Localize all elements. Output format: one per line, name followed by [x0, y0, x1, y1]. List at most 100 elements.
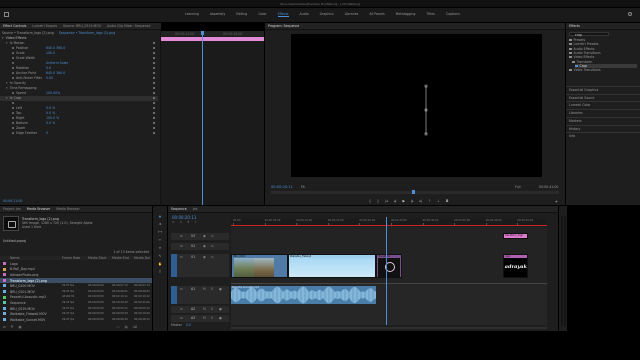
effect-row-value[interactable]: 100.00%: [46, 91, 60, 95]
stopwatch-icon[interactable]: [12, 117, 14, 119]
track-lock-icon[interactable]: ⊡: [180, 234, 183, 238]
expand-triangle-icon[interactable]: ▾: [6, 96, 8, 100]
mute-icon[interactable]: M: [203, 287, 206, 291]
effect-row[interactable]: [10, 101, 160, 105]
razor-tool-icon[interactable]: ✂: [159, 238, 162, 242]
tab-audio-clip-mixer[interactable]: Audio Clip Mixer: Sequence: [107, 24, 151, 28]
effect-row[interactable]: Anti-flicker Filter 0.00: [10, 76, 160, 80]
effect-row-value[interactable]: 0.00: [46, 76, 53, 80]
workspace-tab-libraries[interactable]: Libraries: [345, 12, 359, 17]
tab-media-browser-2[interactable]: Media Browser: [56, 207, 80, 211]
effect-row[interactable]: Anchor Point 640.0 360.0: [10, 71, 160, 75]
timeline-clip-logo[interactable]: Transform: [376, 254, 402, 278]
effect-row[interactable]: ▾ fx Crop: [6, 96, 156, 100]
list-view-icon[interactable]: ☰: [11, 325, 14, 331]
label-color-swatch[interactable]: [3, 267, 6, 271]
track-lock-icon[interactable]: ⊡: [180, 316, 183, 320]
workspace-tab-learning[interactable]: Learning: [185, 12, 199, 17]
program-scrub-bar[interactable]: [271, 190, 559, 194]
label-color-swatch[interactable]: [3, 278, 6, 282]
tab-effects[interactable]: Effects: [569, 24, 580, 28]
column-header[interactable]: Media End: [112, 256, 129, 260]
effect-row[interactable]: Scale 100.0: [10, 51, 160, 55]
track-lock-icon[interactable]: ⊡: [180, 255, 183, 259]
stopwatch-icon[interactable]: [12, 92, 14, 94]
effect-row[interactable]: Speed 100.00%: [10, 91, 160, 95]
workspace-tab-audio[interactable]: Audio: [300, 12, 309, 17]
stopwatch-icon[interactable]: [12, 107, 14, 109]
solo-icon[interactable]: S: [211, 307, 213, 311]
solo-icon[interactable]: S: [211, 287, 213, 291]
column-header[interactable]: Frame Rate: [62, 256, 80, 260]
new-bin-icon[interactable]: ▭: [117, 325, 120, 331]
solo-icon[interactable]: S: [211, 316, 213, 320]
mute-icon[interactable]: M: [203, 307, 206, 311]
expand-triangle-icon[interactable]: ▾: [6, 81, 8, 85]
go-to-in-icon[interactable]: |◂: [385, 199, 388, 203]
toggle-output-icon[interactable]: ◉: [203, 234, 206, 238]
effects-section-essential-graphics[interactable]: Essential Graphics: [569, 88, 598, 92]
effect-row[interactable]: ▾ fx Opacity: [6, 81, 156, 85]
label-color-swatch[interactable]: [3, 295, 6, 299]
workspace-tab-titles[interactable]: Titles: [426, 12, 435, 17]
icon-view-icon[interactable]: ▦: [19, 325, 22, 331]
stopwatch-icon[interactable]: [12, 62, 14, 64]
stopwatch-icon[interactable]: [12, 72, 14, 74]
column-header[interactable]: Name: [10, 256, 19, 260]
workspace-tab-captions[interactable]: Captions: [446, 12, 460, 17]
mark-in-icon[interactable]: {: [369, 199, 371, 203]
toggle-output-icon[interactable]: ◉: [203, 255, 206, 259]
stopwatch-icon[interactable]: [12, 57, 14, 59]
add-button-icon[interactable]: +: [555, 199, 558, 204]
timeline-ruler[interactable]: 00:00 00:00:05:00 00:00:10:00 00:00:15:00 00…: [231, 218, 547, 226]
workspace-tab-metalogging[interactable]: Metalogging: [396, 12, 416, 17]
program-playhead[interactable]: [412, 190, 415, 194]
audio-clip[interactable]: Peaceful Acoustic.mp3: [231, 286, 377, 304]
track-select-icon[interactable]: ⇉: [159, 222, 162, 226]
project-file-row[interactable]: Walkable_Flatwall.MOV 29.97 fps 00;00;00;0…: [0, 311, 152, 316]
timeline-clip-sky[interactable]: Walkable_Flatwall: [287, 254, 377, 278]
sequence-clip-label[interactable]: Sequence • Transform_logo (2).png: [59, 31, 116, 35]
effects-section-lumetri-color[interactable]: Lumetri Color: [569, 103, 591, 107]
stopwatch-icon[interactable]: [12, 52, 14, 54]
workspace-tab-editing[interactable]: Editing: [236, 12, 247, 17]
label-color-swatch[interactable]: [3, 262, 6, 265]
tab-project[interactable]: Project: Jax: [3, 207, 21, 211]
label-color-swatch[interactable]: [3, 273, 6, 277]
type-tool-icon[interactable]: T: [159, 270, 161, 274]
ec-clip-bar[interactable]: [161, 37, 264, 41]
label-color-swatch[interactable]: [3, 290, 6, 293]
effect-row-value[interactable]: 0.0: [46, 66, 51, 70]
effect-row[interactable]: Bottom 0.0 %: [10, 121, 160, 125]
effect-row[interactable]: Left 0.0 %: [10, 106, 160, 110]
label-color-swatch[interactable]: [3, 301, 6, 305]
effect-row-value[interactable]: 0.0 %: [46, 106, 55, 110]
effect-row-value[interactable]: 0: [46, 131, 48, 135]
fit-dropdown[interactable]: Fit: [301, 185, 305, 189]
effects-section-markers[interactable]: Markers: [569, 119, 582, 123]
track-lock-icon[interactable]: ⊡: [180, 244, 183, 248]
project-file-row[interactable]: Sequence 29.97 fps 00;00;00;00 00;00;40;29 0…: [0, 300, 152, 305]
effect-row[interactable]: Edge Feather 0: [10, 131, 160, 135]
effect-row-value[interactable]: 100.0: [46, 51, 55, 55]
effect-row-value[interactable]: Uniform Scale: [46, 61, 68, 65]
effects-section-essential-sound[interactable]: Essential Sound: [569, 96, 594, 100]
effect-row[interactable]: Uniform Scale: [10, 61, 160, 65]
project-file-row[interactable]: BRU_0200.MOV 29.97 fps 00;00;00;00 00;00;07…: [0, 283, 152, 288]
toggle-output-icon[interactable]: ◉: [203, 244, 206, 248]
tab-sequence[interactable]: Sequence: [171, 207, 187, 211]
project-file-row[interactable]: Peaceful Acoustic.mp3 44100 Hz 00:00:00:00…: [0, 295, 152, 300]
effect-row[interactable]: Zoom: [10, 126, 160, 130]
effects-section-info[interactable]: Info: [569, 134, 575, 138]
effects-tree-item[interactable]: Video Transitions: [569, 68, 637, 72]
timeline-clip-text[interactable]: Logo adrayak: [502, 254, 529, 278]
export-frame-icon[interactable]: ◘: [446, 199, 449, 203]
snap-icon[interactable]: ⊂: [172, 220, 175, 224]
workspace-tab-effects[interactable]: Effects: [277, 12, 289, 17]
stopwatch-icon[interactable]: [12, 67, 14, 69]
ripple-edit-icon[interactable]: ⟷: [158, 230, 163, 234]
effect-row[interactable]: ▾ fx Motion: [6, 41, 156, 45]
mute-icon[interactable]: M: [203, 316, 206, 320]
workspace-tab-assembly[interactable]: Assembly: [210, 12, 225, 17]
lift-icon[interactable]: ⇡: [428, 199, 431, 203]
